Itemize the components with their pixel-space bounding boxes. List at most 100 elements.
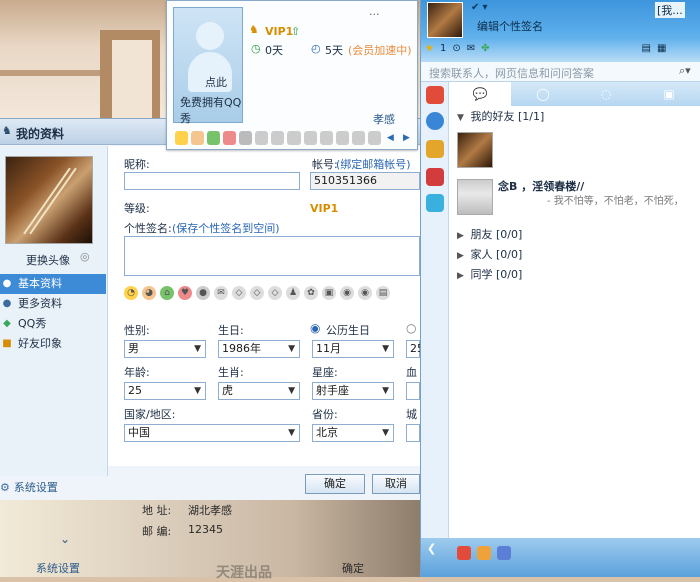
diamond-icon[interactable]: ◇ xyxy=(268,286,282,300)
mail-icon[interactable]: ✉ xyxy=(214,286,228,300)
penguin-icon[interactable] xyxy=(457,546,471,560)
app-icon[interactable] xyxy=(497,546,511,560)
camera-icon[interactable]: ▤ xyxy=(376,286,390,300)
browser-icon[interactable] xyxy=(426,112,444,130)
settings-link-ghost[interactable]: 系统设置 xyxy=(36,560,80,576)
more-icon[interactable]: ... xyxy=(369,5,380,18)
month-select[interactable]: 11月 ▼ xyxy=(312,340,394,358)
province-select[interactable]: 北京 ▼ xyxy=(312,424,394,442)
blood-select[interactable] xyxy=(406,382,420,400)
nickname-input[interactable] xyxy=(124,172,300,190)
diamond-icon[interactable] xyxy=(271,131,285,145)
edit-signature-link[interactable]: 编辑个性签名 xyxy=(477,18,543,34)
settings-link[interactable]: ⚙ 系统设置 xyxy=(0,479,58,495)
house-icon[interactable]: ⌂ xyxy=(160,286,174,300)
diamond-icon[interactable] xyxy=(287,131,301,145)
group-family[interactable]: ▶ 家人 [0/0] xyxy=(457,246,522,262)
face-icon[interactable]: ◕ xyxy=(142,286,156,300)
disk-icon[interactable]: ▣ xyxy=(322,286,336,300)
group-friends[interactable]: ▶ 朋友 [0/0] xyxy=(457,226,522,242)
bind-email-link[interactable]: (绑定邮箱帐号) xyxy=(336,156,411,172)
birthday-year-select[interactable]: 1986年 ▼ xyxy=(218,340,300,358)
tab-contacts[interactable]: 💬 xyxy=(449,82,511,106)
ball-icon[interactable] xyxy=(239,131,253,145)
city-link[interactable]: 孝感 xyxy=(373,111,395,127)
skin-icon[interactable]: ▦ xyxy=(657,43,666,54)
app-grid-icon[interactable]: ▤ xyxy=(642,43,651,54)
chevron-left-icon[interactable]: ❮ xyxy=(427,542,436,555)
ball-icon[interactable]: ● xyxy=(196,286,210,300)
group-name: 我的好友 xyxy=(470,110,515,123)
tab-groups[interactable]: ◯ xyxy=(512,82,574,106)
signature-textarea[interactable] xyxy=(124,236,420,276)
search-icon[interactable]: ⌕▾ xyxy=(679,64,691,78)
group-classmates[interactable]: ▶ 同学 [0/0] xyxy=(457,266,522,282)
age-select[interactable]: 25 ▼ xyxy=(124,382,206,400)
browser-icon[interactable] xyxy=(477,546,491,560)
search-bar[interactable]: 搜索联系人，网页信息和问问答案 ⌕▾ xyxy=(421,62,700,82)
house-icon[interactable] xyxy=(207,131,221,145)
vip-badge[interactable]: VIP1 xyxy=(265,25,293,38)
sidebar-item-qq-show[interactable]: ◆ QQ秀 xyxy=(0,314,106,334)
nickname[interactable]: [我... xyxy=(655,2,685,18)
tab-recent[interactable]: ▣ xyxy=(638,82,700,106)
heart-icon[interactable]: ♥ xyxy=(178,286,192,300)
penguin-icon[interactable] xyxy=(426,168,444,186)
chevron-left-icon[interactable]: ◀ xyxy=(384,131,397,145)
circle-icon[interactable]: ◉ xyxy=(358,286,372,300)
penguin-icon[interactable]: ♟ xyxy=(286,286,300,300)
friend-avatar[interactable] xyxy=(457,179,493,215)
sidebar-item-basic-info[interactable]: ● 基本资料 xyxy=(0,274,106,294)
city-select[interactable] xyxy=(406,424,420,442)
group-my-friends[interactable]: ▼ 我的好友 [1/1] xyxy=(457,108,544,124)
qq-penguin-icon[interactable] xyxy=(426,86,444,104)
search-input[interactable]: 搜索联系人，网页信息和问问答案 xyxy=(429,65,594,81)
day-select[interactable]: 25 xyxy=(406,340,424,358)
avatar[interactable] xyxy=(427,2,463,38)
avatar[interactable] xyxy=(5,156,93,244)
star-icon[interactable]: ★ xyxy=(425,43,434,54)
penguin-icon[interactable]: ◔ xyxy=(124,286,138,300)
mail-icon[interactable]: ✉ xyxy=(467,43,475,54)
penguin-icon[interactable] xyxy=(175,131,189,145)
penguin-icon[interactable] xyxy=(319,131,333,145)
constellation-select[interactable]: 射手座 ▼ xyxy=(312,382,394,400)
ok-button[interactable]: 确定 xyxy=(305,474,365,494)
circle-icon[interactable] xyxy=(367,131,381,145)
gear-icon[interactable]: ✿ xyxy=(304,286,318,300)
country-select[interactable]: 中国 ▼ xyxy=(124,424,300,442)
save-signature-link[interactable]: (保存个性签名到空间) xyxy=(172,220,280,236)
speedup-link[interactable]: (会员加速中) xyxy=(348,42,412,58)
qzone-icon[interactable]: ⊙ xyxy=(452,43,460,54)
chevron-right-icon[interactable]: ▶ xyxy=(400,131,413,145)
diamond-icon[interactable]: ◇ xyxy=(232,286,246,300)
gear-icon[interactable] xyxy=(335,131,349,145)
heart-icon[interactable] xyxy=(223,131,237,145)
game-icon[interactable] xyxy=(426,140,444,158)
chevron-down-icon[interactable]: ⌄ xyxy=(60,532,70,546)
radio-selected-icon[interactable]: ◉ xyxy=(310,321,320,335)
camera-icon[interactable]: ◎ xyxy=(80,250,94,264)
zodiac-select[interactable]: 虎 ▼ xyxy=(218,382,300,400)
diamond-icon[interactable] xyxy=(303,131,317,145)
ok-button-ghost[interactable]: 确定 xyxy=(342,560,364,576)
gender-select[interactable]: 男 ▼ xyxy=(124,340,206,358)
clover-icon[interactable]: ✤ xyxy=(481,43,489,54)
face-icon[interactable] xyxy=(191,131,205,145)
status-online-icon[interactable]: ✔ ▾ xyxy=(471,2,488,13)
friend-avatar[interactable] xyxy=(457,132,493,168)
plus-icon[interactable] xyxy=(426,194,444,212)
tab-sessions[interactable]: ◌ xyxy=(575,82,637,106)
vip-badge[interactable]: VIP1 xyxy=(310,202,338,215)
month-value: 11月 xyxy=(316,342,341,355)
change-avatar-link[interactable]: 更换头像 xyxy=(26,252,70,268)
diamond-icon[interactable]: ◇ xyxy=(250,286,264,300)
qq-show-picture[interactable]: 点此 免费拥有QQ秀 xyxy=(173,7,243,125)
mail-icon[interactable] xyxy=(255,131,269,145)
disk-icon[interactable] xyxy=(351,131,365,145)
cancel-button[interactable]: 取消 xyxy=(372,474,420,494)
sidebar-item-impressions[interactable]: ■ 好友印象 xyxy=(0,334,106,354)
radio-icon[interactable]: ○ xyxy=(406,321,416,335)
sidebar-item-more-info[interactable]: ● 更多资料 xyxy=(0,294,106,314)
circle-icon[interactable]: ◉ xyxy=(340,286,354,300)
